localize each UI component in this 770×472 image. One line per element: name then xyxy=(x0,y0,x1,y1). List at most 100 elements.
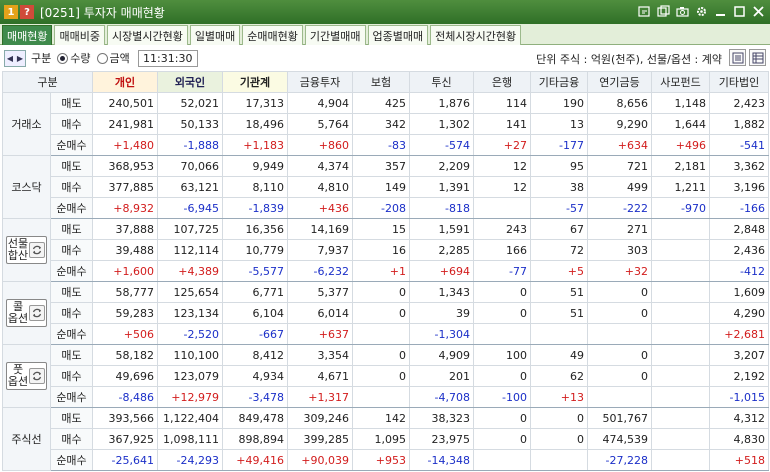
refresh-cycle-icon[interactable] xyxy=(29,368,46,384)
time-field[interactable]: 11:31:30 xyxy=(137,49,198,67)
value-cell: 1,644 xyxy=(651,113,710,135)
table-row[interactable]: 매수 39,488 112,114 10,779 7,937 16 2,285 166 72 30… xyxy=(3,239,769,261)
value-cell: 39 xyxy=(409,302,474,324)
row-label: 매도 xyxy=(50,155,93,177)
radio-quantity[interactable]: 수량 xyxy=(57,50,91,66)
grid-view-icon[interactable] xyxy=(749,49,766,66)
value-cell: 59,283 xyxy=(92,302,158,324)
table-row[interactable]: 콜 옵션 매도 58,777 125,654 6,771 5,377 0 1,343 0 51 0 1,… xyxy=(2,281,769,345)
value-cell: 49 xyxy=(530,344,588,366)
value-cell: 100 xyxy=(473,344,531,366)
window-badge-1[interactable]: 1 xyxy=(4,5,18,19)
col-header-investment-trust[interactable]: 투신 xyxy=(409,71,474,93)
col-header-private-fund[interactable]: 사모펀드 xyxy=(651,71,710,93)
value-cell: +496 xyxy=(651,134,710,156)
row-label: 매도 xyxy=(50,407,93,429)
value-cell: 141 xyxy=(473,113,531,135)
group-selector[interactable]: 풋 옵션 xyxy=(3,362,50,390)
tab-sector-trading[interactable]: 업종별매매 xyxy=(367,25,429,45)
value-cell: 399,285 xyxy=(287,428,353,450)
col-header-gubun[interactable]: 구분 xyxy=(2,71,93,93)
col-header-individual[interactable]: 개인 xyxy=(92,71,158,93)
table-row[interactable]: 순매수 -8,486 +12,979 -3,478 +1,317 -4,708 -100 +1… xyxy=(3,386,769,408)
value-cell: 16,356 xyxy=(222,218,288,240)
help-badge[interactable]: ? xyxy=(20,5,34,19)
table-row[interactable]: 주식선 매도 393,566 1,122,404 849,478 309,246 142 38… xyxy=(2,407,769,471)
table-row[interactable]: 순매수 +8,932 -6,945 -1,839 +436 -208 -818 -57 -222… xyxy=(3,197,769,219)
value-cell: 0 xyxy=(530,407,588,429)
col-header-bank[interactable]: 은행 xyxy=(473,71,531,93)
table-row[interactable]: 코스닥 매도 368,953 70,066 9,949 4,374 357 2,209 12 95… xyxy=(2,155,769,219)
copy-icon[interactable] xyxy=(656,4,671,19)
table-row[interactable]: 순매수 +1,480 -1,888 +1,183 +860 -83 -574 +27 -177 +… xyxy=(3,134,769,156)
value-cell: -6,945 xyxy=(157,197,223,219)
table-row[interactable]: 매수 49,696 123,079 4,934 4,671 0 201 0 62 0 2,192 xyxy=(3,365,769,387)
value-cell: -412 xyxy=(709,260,769,282)
tab-daily-trading[interactable]: 일별매매 xyxy=(189,25,241,45)
table-row[interactable]: 선물 합산 매도 37,888 107,725 16,356 14,169 15 1,591 24… xyxy=(2,218,769,282)
value-cell xyxy=(651,449,710,471)
value-cell: +518 xyxy=(709,449,769,471)
col-header-institution[interactable]: 기관계 xyxy=(222,71,288,93)
list-view-icon[interactable] xyxy=(729,49,746,66)
col-header-other-corp[interactable]: 기타법인 xyxy=(709,71,769,93)
close-icon[interactable] xyxy=(751,4,766,19)
table-row[interactable]: 매수 241,981 50,133 18,496 5,764 342 1,302 141 13 9… xyxy=(3,113,769,135)
value-cell: 6,104 xyxy=(222,302,288,324)
gear-icon[interactable] xyxy=(694,4,709,19)
refresh-cycle-icon[interactable] xyxy=(29,242,46,258)
refresh-cycle-icon[interactable] xyxy=(29,305,46,321)
value-cell: -25,641 xyxy=(92,449,158,471)
group-selector-box[interactable]: 선물 합산 xyxy=(5,236,48,264)
tab-net-trading[interactable]: 순매매현황 xyxy=(242,25,303,45)
value-cell: +27 xyxy=(473,134,531,156)
tab-period-trading[interactable]: 기간별매매 xyxy=(304,25,366,45)
table-row[interactable]: 풋 옵션 매도 58,182 110,100 8,412 3,354 0 4,909 100 49 0… xyxy=(2,344,769,408)
col-header-financial-investment[interactable]: 금융투자 xyxy=(287,71,353,93)
radio-amount-dot[interactable] xyxy=(96,52,108,64)
value-cell: -2,520 xyxy=(157,323,223,345)
row-label: 매도 xyxy=(50,218,93,240)
value-cell: 10,779 xyxy=(222,239,288,261)
value-cell: 5,377 xyxy=(287,281,353,303)
value-cell: +637 xyxy=(287,323,353,345)
table-row[interactable]: 순매수 -25,641 -24,293 +49,416 +90,039 +953 -14,3… xyxy=(3,449,769,471)
tab-trading-status[interactable]: 매매현황 xyxy=(2,25,53,45)
minimize-icon[interactable] xyxy=(713,4,728,19)
tab-market-time-status[interactable]: 시장별시간현황 xyxy=(106,25,188,45)
table-row[interactable]: 매수 377,885 63,121 8,110 4,810 149 1,391 12 38 499… xyxy=(3,176,769,198)
value-cell: 367,925 xyxy=(92,428,158,450)
table-row[interactable]: 순매수 +506 -2,520 -667 +637 -1,304 +2,681 xyxy=(3,323,769,345)
value-cell: 107,725 xyxy=(157,218,223,240)
table-row[interactable]: 매수 367,925 1,098,111 898,894 399,285 1,095 23,… xyxy=(3,428,769,450)
value-cell: 0 xyxy=(530,428,588,450)
tab-trading-ratio[interactable]: 매매비중 xyxy=(54,25,105,45)
tab-all-market-time[interactable]: 전체시장시간현황 xyxy=(430,25,522,45)
link-icon[interactable] xyxy=(637,4,652,19)
maximize-icon[interactable] xyxy=(732,4,747,19)
value-cell: -24,293 xyxy=(157,449,223,471)
group-selector[interactable]: 콜 옵션 xyxy=(3,299,50,327)
group-label-cell: 선물 합산 xyxy=(2,218,51,282)
value-cell: +506 xyxy=(92,323,158,345)
arrow-right-icon[interactable]: ▶ xyxy=(15,50,25,66)
col-header-pension[interactable]: 연기금등 xyxy=(587,71,652,93)
group-selector-box[interactable]: 풋 옵션 xyxy=(5,362,48,390)
value-cell: 114 xyxy=(473,92,531,114)
value-cell: 342 xyxy=(352,113,410,135)
col-header-insurance[interactable]: 보험 xyxy=(352,71,410,93)
col-header-foreign[interactable]: 외국인 xyxy=(157,71,223,93)
table-row[interactable]: 거래소 매도 240,501 52,021 17,313 4,904 425 1,876 114… xyxy=(2,92,769,156)
value-cell: 0 xyxy=(352,302,410,324)
table-row[interactable]: 순매수 +1,600 +4,389 -5,577 -6,232 +1 +694 -77 +5 +3… xyxy=(3,260,769,282)
arrow-left-icon[interactable]: ◀ xyxy=(5,50,15,66)
group-selector-box[interactable]: 콜 옵션 xyxy=(5,299,48,327)
table-row[interactable]: 매수 59,283 123,134 6,104 6,014 0 39 0 51 0 4,290 xyxy=(3,302,769,324)
group-selector[interactable]: 선물 합산 xyxy=(3,236,50,264)
col-header-other-finance[interactable]: 기타금융 xyxy=(530,71,588,93)
table-header-row: 구분 개인 외국인 기관계 금융투자 보험 투신 은행 기타금융 연기금등 사모… xyxy=(2,71,769,93)
value-cell: 3,362 xyxy=(709,155,769,177)
radio-amount[interactable]: 금액 xyxy=(96,50,130,66)
camera-icon[interactable] xyxy=(675,4,690,19)
radio-quantity-dot[interactable] xyxy=(57,52,69,64)
